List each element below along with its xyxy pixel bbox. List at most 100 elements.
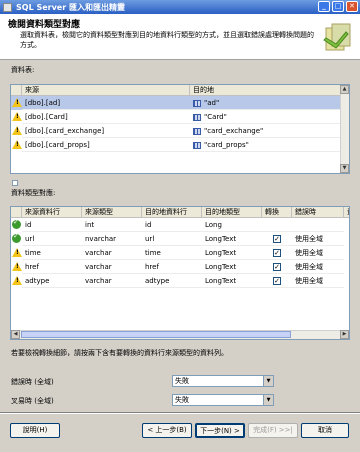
splitter-handle[interactable] (12, 180, 18, 186)
chevron-down-icon[interactable]: ▼ (263, 395, 273, 405)
ok-icon (12, 218, 21, 229)
convert-checkbox[interactable]: ✓ (273, 249, 281, 257)
destination-column-cell: id (142, 218, 202, 232)
destination-column-cell: time (142, 246, 202, 260)
scroll-right-button[interactable]: ▶ (340, 330, 349, 339)
source-type-cell: varchar (82, 274, 142, 288)
convert-cell: ✓ (262, 274, 292, 288)
page-description: 選取資料表，檢閱它的資料類型對應到目的地資料行類型的方式，並且選取錯誤處理轉換問… (20, 31, 314, 49)
on-error-cell[interactable]: 使用全域 (292, 246, 344, 260)
mapping-grid[interactable]: 來源資料行 來源類型 目的地資料行 目的地類型 轉換 錯誤時 資 idintid… (10, 206, 350, 340)
mapping-label: 資料類型對應: (11, 189, 56, 197)
table-row[interactable]: [dbo].[card_props] "card_props" (11, 138, 349, 152)
column-header-source-type[interactable]: 來源類型 (82, 207, 142, 218)
warning-icon (12, 248, 22, 257)
on-error-cell[interactable]: 使用全域 (292, 260, 344, 274)
table-row[interactable]: [dbo].[Card] "Card" (11, 110, 349, 124)
destination-table-cell: "Card" (190, 110, 341, 124)
chevron-down-icon[interactable]: ▼ (263, 376, 273, 386)
table-row[interactable]: [dbo].[card_exchange] "card_exchange" (11, 124, 349, 138)
column-header-destination-type[interactable]: 目的地類型 (202, 207, 262, 218)
column-header-destination[interactable]: 目的地 (190, 85, 341, 96)
next-button[interactable]: 下一步(N) > (195, 423, 245, 438)
source-table-cell: [dbo].[ad] (22, 96, 190, 110)
source-column-cell: time (22, 246, 82, 260)
table-icon (193, 141, 201, 149)
column-header-truncation[interactable]: 資 (344, 207, 349, 218)
mapping-row[interactable]: timevarchartimeLongText✓使用全域 (11, 246, 349, 260)
cancel-button[interactable]: 取消 (301, 423, 349, 438)
back-button[interactable]: < 上一步(B) (142, 423, 192, 438)
app-icon (3, 2, 12, 12)
destination-table-name: "card_exchange" (204, 127, 264, 135)
minimize-button[interactable]: _ (318, 1, 330, 12)
help-button[interactable]: 說明(H) (10, 423, 60, 438)
footer-separator (0, 412, 360, 414)
source-column-cell: url (22, 232, 82, 246)
destination-table-name: "Card" (204, 113, 227, 121)
row-status (11, 124, 22, 138)
scroll-left-button[interactable]: ◀ (11, 330, 20, 339)
source-column-cell: id (22, 218, 82, 232)
convert-checkbox[interactable]: ✓ (273, 263, 281, 271)
convert-cell (262, 218, 292, 232)
ok-icon (12, 232, 21, 243)
on-error-cell[interactable] (292, 218, 344, 232)
mapping-row[interactable]: idintidLong (11, 218, 349, 232)
tables-label: 資料表: (11, 66, 35, 74)
row-status (11, 110, 22, 124)
source-type-cell: varchar (82, 246, 142, 260)
destination-type-cell: Long (202, 218, 262, 232)
column-header-source[interactable]: 來源 (22, 85, 190, 96)
destination-table-cell: "card_exchange" (190, 124, 341, 138)
mapping-row[interactable]: hrefvarcharhrefLongText✓使用全域 (11, 260, 349, 274)
close-button[interactable]: ✕ (346, 1, 358, 12)
on-error-cell[interactable]: 使用全域 (292, 232, 344, 246)
convert-cell: ✓ (262, 260, 292, 274)
on-error-dropdown[interactable]: 失敗 ▼ (172, 375, 274, 387)
column-header-source-column[interactable]: 來源資料行 (22, 207, 82, 218)
destination-table-cell: "ad" (190, 96, 341, 110)
destination-table-name: "card_props" (204, 141, 249, 149)
warning-icon (12, 126, 22, 135)
warning-icon (12, 262, 22, 271)
destination-table-name: "ad" (204, 99, 220, 107)
destination-table-cell: "card_props" (190, 138, 341, 152)
row-status (11, 246, 22, 260)
column-header-destination-column[interactable]: 目的地資料行 (142, 207, 202, 218)
source-column-cell: href (22, 260, 82, 274)
tables-grid[interactable]: 來源 目的地 [dbo].[ad]"ad"[dbo].[Card]"Card"[… (10, 84, 350, 174)
table-icon (193, 127, 201, 135)
source-table-cell: [dbo].[Card] (22, 110, 190, 124)
scroll-up-button[interactable]: ▲ (340, 85, 349, 94)
maximize-button[interactable]: □ (332, 1, 344, 12)
window-title: SQL Server 匯入和匯出精靈 (16, 2, 125, 12)
convert-checkbox[interactable]: ✓ (273, 277, 281, 285)
convert-cell: ✓ (262, 246, 292, 260)
source-type-cell: int (82, 218, 142, 232)
finish-button[interactable]: 完成(F) >>| (248, 423, 298, 438)
on-error-cell[interactable]: 使用全域 (292, 274, 344, 288)
source-column-cell: adtype (22, 274, 82, 288)
row-status (11, 218, 22, 232)
convert-checkbox[interactable]: ✓ (273, 235, 281, 243)
mapping-row[interactable]: adtypevarcharadtypeLongText✓使用全域 (11, 274, 349, 288)
source-table-cell: [dbo].[card_exchange] (22, 124, 190, 138)
column-header-on-error[interactable]: 錯誤時 (292, 207, 344, 218)
page-title: 檢閱資料類型對應 (8, 20, 81, 30)
table-icon (193, 99, 201, 107)
row-status (11, 96, 22, 110)
scroll-down-button[interactable]: ▼ (340, 164, 349, 173)
scroll-thumb[interactable] (21, 331, 291, 338)
wizard-header: 檢閱資料類型對應 選取資料表，檢閱它的資料類型對應到目的地資料行類型的方式，並且… (0, 14, 360, 60)
table-icon (193, 113, 201, 121)
table-row[interactable]: [dbo].[ad] "ad" (11, 96, 349, 110)
tables-vertical-scrollbar[interactable]: ▲ ▼ (340, 85, 349, 173)
mapping-horizontal-scrollbar[interactable]: ◀ ▶ (11, 330, 349, 339)
on-error-label: 錯誤時 (全域) (11, 378, 54, 386)
on-truncation-value: 失敗 (175, 396, 189, 404)
column-header-convert[interactable]: 轉換 (262, 207, 292, 218)
on-truncation-dropdown[interactable]: 失敗 ▼ (172, 394, 274, 406)
mapping-row[interactable]: urlnvarcharurlLongText✓使用全域 (11, 232, 349, 246)
warning-icon (12, 276, 22, 285)
